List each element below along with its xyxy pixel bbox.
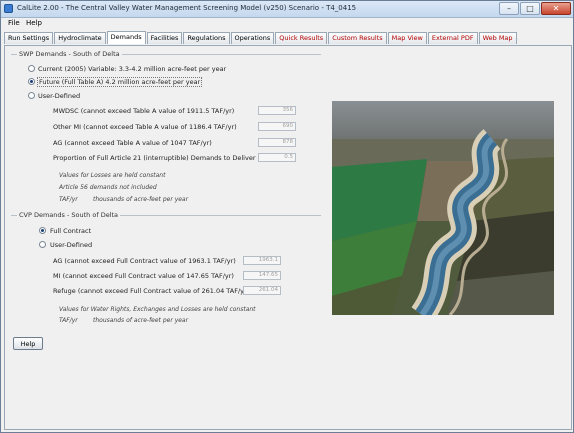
swp-demands-group: SWP Demands - South of Delta Current (20… — [11, 50, 321, 207]
cvp-ag-label: AG (cannot exceed Full Contract value of… — [53, 257, 236, 265]
cvp-user-defined-label: User-Defined — [50, 241, 93, 249]
cvp-demands-group: CVP Demands - South of Delta Full Contra… — [11, 211, 321, 326]
cvp-full-contract-label: Full Contract — [50, 227, 92, 235]
cvp-refuge-label: Refuge (cannot exceed Full Contract valu… — [53, 287, 250, 295]
canal-aerial-photo — [332, 101, 554, 315]
tab-regulations[interactable]: Regulations — [183, 32, 230, 44]
cvp-mi-label: MI (cannot exceed Full Contract value of… — [53, 272, 234, 280]
swp-mwdsc-field[interactable]: 356 — [258, 106, 296, 115]
close-icon[interactable]: ✕ — [541, 2, 571, 15]
swp-user-defined-radio[interactable] — [28, 92, 35, 99]
menu-help[interactable]: Help — [26, 19, 42, 27]
swp-section-title: SWP Demands - South of Delta — [17, 50, 122, 58]
tab-operations[interactable]: Operations — [230, 32, 275, 44]
cvp-mi-field[interactable]: 147.65 — [243, 271, 281, 280]
swp-user-defined-label: User-Defined — [38, 92, 81, 100]
swp-other-mi-label: Other MI (cannot exceed Table A value of… — [53, 123, 237, 131]
swp-note-article56: Article 56 demands not included — [59, 184, 157, 191]
tab-web-map[interactable]: Web Map — [478, 32, 517, 44]
swp-future-label: Future (Full Table A) 4.2 million acre-f… — [37, 77, 203, 87]
tab-bar: Run Settings Hydroclimate Demands Facili… — [4, 31, 518, 45]
help-button[interactable]: Help — [13, 337, 43, 350]
swp-other-mi-field[interactable]: 690 — [258, 122, 296, 131]
swp-ag-label: AG (cannot exceed Table A value of 1047 … — [53, 139, 212, 147]
cvp-ag-field[interactable]: 1963.1 — [243, 256, 281, 265]
swp-ag-field[interactable]: 878 — [258, 138, 296, 147]
tab-run-settings[interactable]: Run Settings — [4, 32, 54, 44]
swp-mwdsc-label: MWDSC (cannot exceed Table A value of 19… — [53, 107, 235, 115]
tab-hydroclimate[interactable]: Hydroclimate — [54, 32, 106, 44]
app-window: CalLite 2.00 - The Central Valley Water … — [0, 0, 574, 433]
window-title: CalLite 2.00 - The Central Valley Water … — [17, 4, 357, 12]
tab-custom-results[interactable]: Custom Results — [328, 32, 387, 44]
cvp-user-defined-radio[interactable] — [39, 241, 46, 248]
menu-file[interactable]: File — [8, 19, 20, 27]
demands-panel: SWP Demands - South of Delta Current (20… — [4, 45, 572, 430]
tab-quick-results[interactable]: Quick Results — [275, 32, 328, 44]
cvp-note-unit-key: TAF/yr — [59, 317, 78, 324]
swp-article21-field[interactable]: 0.5 — [258, 153, 296, 162]
cvp-note-unit-value: thousands of acre-feet per year — [93, 317, 189, 324]
swp-article21-label: Proportion of Full Article 21 (interrupt… — [53, 154, 256, 162]
tab-map-view[interactable]: Map View — [387, 32, 427, 44]
cvp-note-constant: Values for Water Rights, Exchanges and L… — [59, 306, 256, 313]
swp-note-unit-key: TAF/yr — [59, 196, 78, 203]
swp-note-unit-value: thousands of acre-feet per year — [93, 196, 189, 203]
swp-note-losses: Values for Losses are held constant — [59, 172, 166, 179]
swp-current-label: Current (2005) Variable: 3.3-4.2 million… — [38, 65, 227, 73]
title-bar: CalLite 2.00 - The Central Valley Water … — [1, 1, 573, 18]
cvp-section-title: CVP Demands - South of Delta — [17, 211, 121, 219]
menu-bar: File Help — [1, 18, 573, 30]
tab-facilities[interactable]: Facilities — [146, 32, 183, 44]
minimize-icon[interactable]: – — [499, 2, 519, 15]
tab-demands[interactable]: Demands — [106, 31, 146, 44]
app-icon — [4, 4, 13, 13]
swp-current-radio[interactable] — [28, 65, 35, 72]
cvp-refuge-field[interactable]: 261.04 — [243, 286, 281, 295]
cvp-full-contract-radio[interactable] — [39, 227, 46, 234]
swp-future-radio[interactable] — [28, 78, 35, 85]
tab-external-pdf[interactable]: External PDF — [427, 32, 478, 44]
maximize-icon[interactable]: □ — [520, 2, 540, 15]
